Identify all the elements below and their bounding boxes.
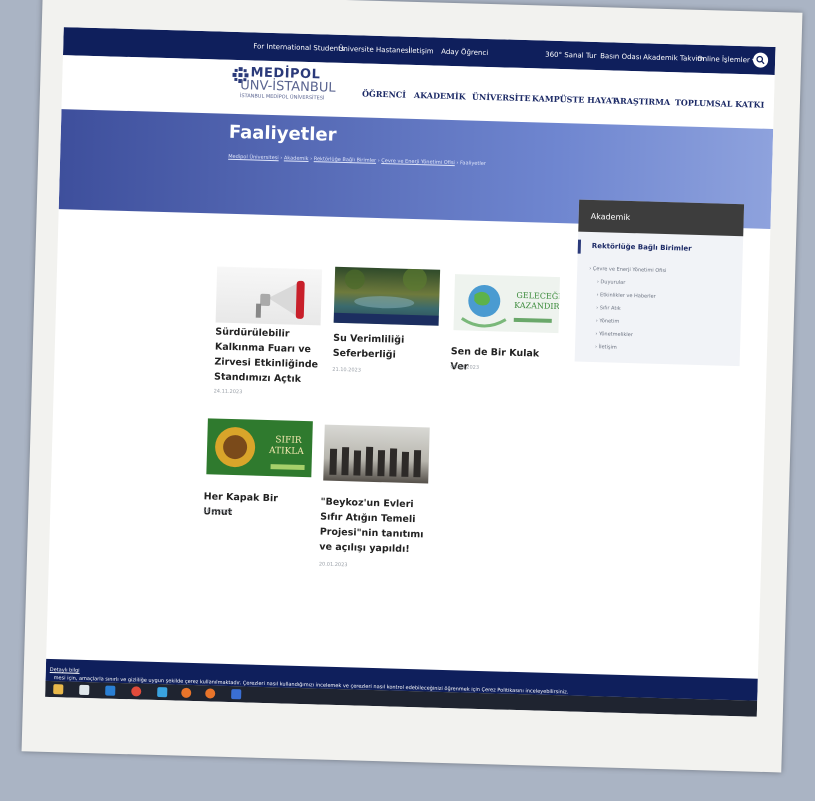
- top-link-contact[interactable]: İletişim: [408, 47, 434, 56]
- breadcrumb-akademik[interactable]: Akademik: [284, 155, 309, 162]
- card-date-5: 20.01.2023: [318, 561, 348, 569]
- sidebar-item-yonetim[interactable]: › Yönetim: [596, 318, 620, 325]
- photo-frame: For International Students Üniversite Ha…: [21, 0, 803, 773]
- zero-waste-icon: SIFIR ATIKLA: [215, 427, 305, 471]
- sidebar-item-duyurular[interactable]: › Duyurular: [597, 279, 626, 286]
- breadcrumb-rektorluk[interactable]: Rektörlüğe Bağlı Birimler: [314, 156, 377, 164]
- top-link-virtual-tour[interactable]: 360° Sanal Tur: [545, 51, 596, 60]
- sidebar-item-etkinlikler[interactable]: › Etkinlikler ve Haberler: [596, 292, 655, 300]
- card-title-1[interactable]: Sürdürülebilir Kalkınma Fuarı ve Zirvesi…: [214, 324, 321, 387]
- card-date-2: 21.10.2023: [332, 366, 362, 374]
- card-date-3: 06.03.2023: [450, 364, 480, 371]
- megaphone-icon: [255, 280, 305, 319]
- stream-icon: [333, 267, 439, 326]
- card-date-4: 28.02.2023: [203, 508, 233, 516]
- sidebar-item-sifir-atik[interactable]: › Sıfır Atık: [596, 305, 621, 312]
- card-date-1: 24.11.2023: [213, 388, 243, 396]
- card-image-water[interactable]: [333, 266, 441, 326]
- chrome-icon[interactable]: [131, 686, 142, 697]
- sidebar-item-cevre-ofisi[interactable]: › Çevre ve Enerji Yönetimi Ofisi: [589, 266, 666, 274]
- firefox-icon[interactable]: [181, 687, 192, 698]
- top-link-candidate[interactable]: Aday Öğrenci: [441, 48, 488, 57]
- breadcrumb: Medipol Üniversitesi › Akademik › Rektör…: [228, 153, 486, 167]
- search-icon: [756, 55, 765, 65]
- nav-arastirma[interactable]: ARAŞTIRMA: [614, 96, 671, 108]
- breadcrumb-current: Faaliyetler: [459, 160, 486, 167]
- breadcrumb-home[interactable]: Medipol Üniversitesi: [228, 154, 279, 161]
- globe-banner-line1: GELECEĞE: [516, 291, 560, 301]
- card-image-megaphone[interactable]: [215, 266, 323, 326]
- logo-line-3: İSTANBUL MEDİPOL ÜNİVERSİTESİ: [239, 93, 325, 102]
- zero-waste-line2: ATIKLA: [268, 446, 305, 457]
- card-title-4[interactable]: Her Kapak Bir Umut: [203, 489, 309, 522]
- cookie-details-link[interactable]: Detaylı bilgi: [50, 667, 80, 674]
- nav-toplumsal-katki[interactable]: TOPLUMSAL KATKI: [675, 97, 765, 109]
- top-link-international[interactable]: For International Students: [253, 42, 344, 53]
- nav-akademik[interactable]: AKADEMİK: [414, 90, 466, 101]
- card-title-3[interactable]: Sen de Bir Kulak Ver: [450, 344, 556, 377]
- top-link-online[interactable]: Online İşlemler ▾: [697, 55, 756, 65]
- nav-ogrenci[interactable]: ÖĞRENCİ: [362, 88, 406, 99]
- breadcrumb-cevre-ofisi[interactable]: Çevre ve Enerji Yönetimi Ofisi: [381, 158, 455, 166]
- sidebar-section-label: Rektörlüğe Bağlı Birimler: [591, 241, 692, 253]
- top-link-calendar[interactable]: Akademik Takvim: [643, 53, 704, 63]
- zero-waste-line1: SIFIR: [275, 435, 302, 446]
- file-explorer-icon[interactable]: [53, 684, 64, 695]
- sidebar-item-iletisim[interactable]: › İletişim: [595, 344, 617, 351]
- nav-kampuste-hayat[interactable]: KAMPÜSTE HAYAT: [532, 93, 618, 105]
- search-button[interactable]: [752, 52, 769, 68]
- sidebar-header-label: Akademik: [590, 211, 631, 223]
- page-title: Faaliyetler: [228, 121, 337, 146]
- word-icon[interactable]: [231, 689, 242, 700]
- top-link-hospital[interactable]: Üniversite Hastanesi: [338, 45, 410, 55]
- card-title-2[interactable]: Su Verimliliği Seferberliği: [333, 331, 444, 364]
- group-photo-icon: [329, 446, 422, 478]
- card-image-zero-waste[interactable]: SIFIR ATIKLA: [206, 418, 313, 478]
- card-image-group[interactable]: [323, 424, 430, 484]
- cookie-text: mesi için, amaçlarla sınırlı ve gizliliğ…: [49, 667, 569, 696]
- browser-screen: For International Students Üniversite Ha…: [45, 27, 776, 717]
- sidebar-header: Akademik: [578, 199, 745, 237]
- sidebar-section[interactable]: Rektörlüğe Bağlı Birimler: [577, 239, 746, 259]
- globe-hands-icon: GELECEĞE KAZANDIR: [460, 284, 560, 328]
- card-title-5[interactable]: "Beykoz'un Evleri Sıfır Atığın Temeli Pr…: [319, 494, 436, 557]
- globe-banner-line2: KAZANDIR: [514, 301, 560, 311]
- sidebar-item-yonetmelikler[interactable]: › Yönetmelikler: [595, 331, 633, 338]
- top-link-press[interactable]: Basın Odası: [600, 52, 641, 61]
- teams-icon[interactable]: [157, 687, 168, 698]
- sidebar: Akademik Rektörlüğe Bağlı Birimler › Çev…: [574, 199, 746, 367]
- nav-universite[interactable]: ÜNİVERSİTE: [472, 92, 531, 104]
- notepad-icon[interactable]: [79, 684, 90, 696]
- app-icon-orange[interactable]: [205, 688, 216, 699]
- card-image-globe[interactable]: GELECEĞE KAZANDIR: [453, 274, 560, 334]
- outlook-icon[interactable]: [105, 685, 116, 696]
